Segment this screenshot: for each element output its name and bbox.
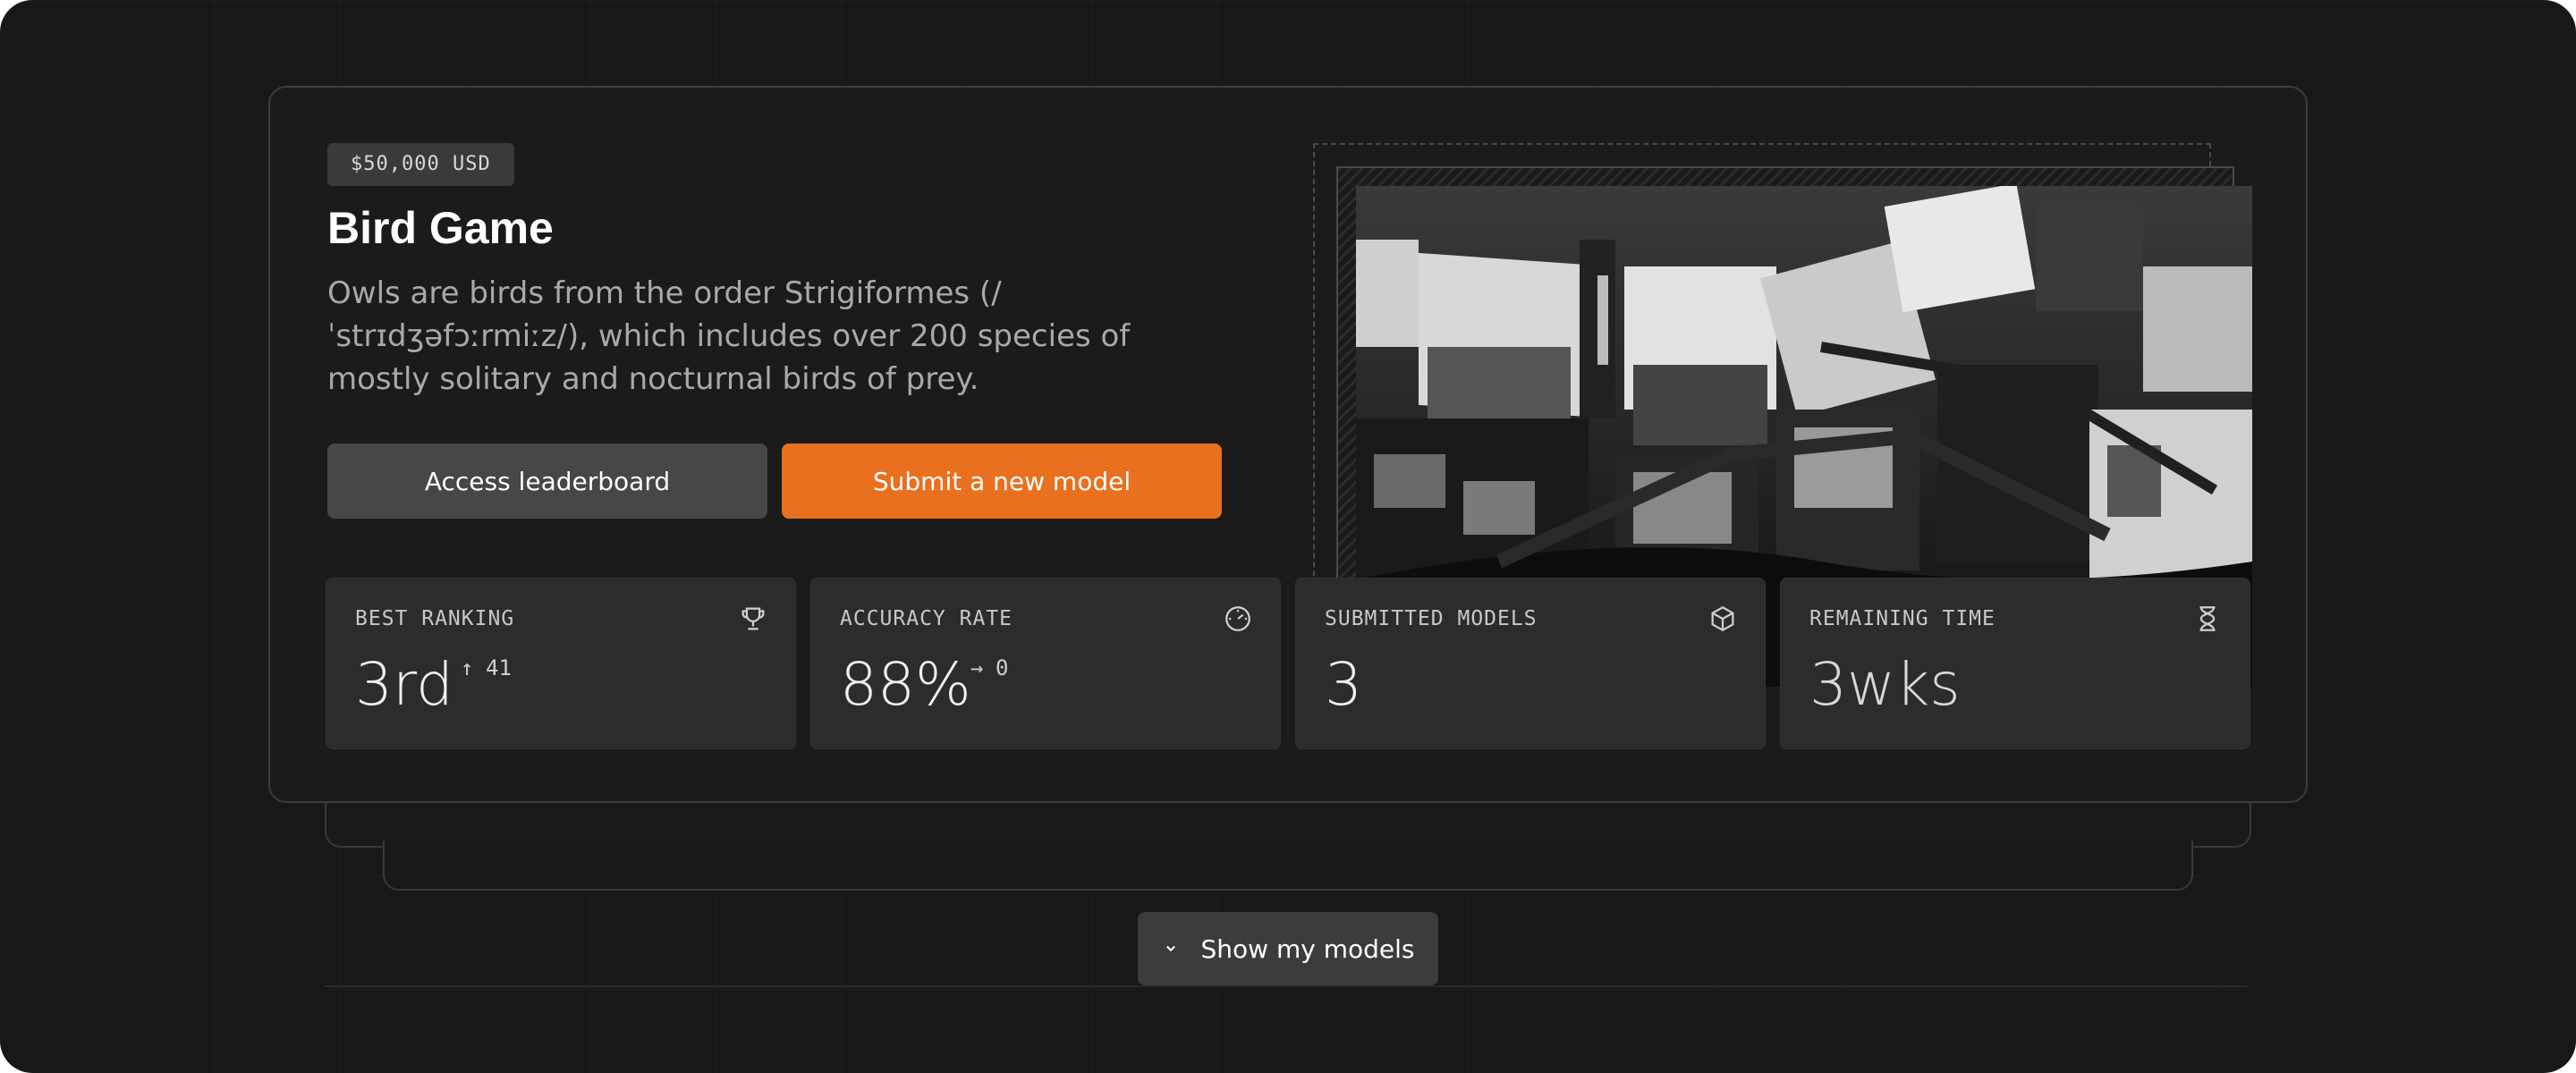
stat-label: ACCURACY RATE xyxy=(840,607,1013,630)
divider xyxy=(325,985,2248,987)
competition-description: Owls are birds from the order Strigiform… xyxy=(327,275,1131,397)
stat-value: 88% xyxy=(840,650,971,719)
right-arrow-icon: → xyxy=(970,655,984,680)
stat-label: BEST RANKING xyxy=(355,607,515,630)
stat-remaining-time: REMAINING TIME 3wks xyxy=(1780,578,2250,749)
accuracy-change: 0 xyxy=(996,655,1009,680)
stacked-card-shadow xyxy=(383,841,2193,891)
submit-model-button[interactable]: Submit a new model xyxy=(782,444,1222,519)
chevron-down-icon xyxy=(1165,945,1175,952)
trophy-icon xyxy=(741,607,765,630)
stats-row: BEST RANKING 3rd ↑ 41 ACCURACY RATE 88% … xyxy=(326,578,2250,749)
stat-best-ranking: BEST RANKING 3rd ↑ 41 xyxy=(326,578,796,749)
stat-value: 3rd xyxy=(355,650,453,719)
stat-accuracy-rate: ACCURACY RATE 88% → 0 xyxy=(810,578,1281,749)
gauge-icon xyxy=(1225,606,1250,631)
access-leaderboard-button[interactable]: Access leaderboard xyxy=(327,444,767,519)
competition-title: Bird Game xyxy=(327,203,554,253)
stat-submitted-models: SUBMITTED MODELS 3 xyxy=(1295,578,1766,749)
show-my-models-button[interactable]: Show my models xyxy=(1138,912,1438,985)
stat-value: 3wks xyxy=(1809,650,1961,719)
up-arrow-icon: ↑ xyxy=(461,655,474,680)
ranking-change: 41 xyxy=(486,655,512,680)
stat-label: SUBMITTED MODELS xyxy=(1325,607,1538,630)
app-background: $50,000 USD Bird Game Owls are birds fro… xyxy=(0,0,2576,1073)
hourglass-icon xyxy=(2199,606,2216,631)
show-my-models-label: Show my models xyxy=(1200,934,1415,964)
stat-value: 3 xyxy=(1325,650,1362,719)
prize-badge: $50,000 USD xyxy=(327,143,514,186)
stat-label: REMAINING TIME xyxy=(1809,607,1996,630)
competition-card: $50,000 USD Bird Game Owls are birds fro… xyxy=(268,86,2308,803)
cube-icon xyxy=(1711,605,1734,632)
